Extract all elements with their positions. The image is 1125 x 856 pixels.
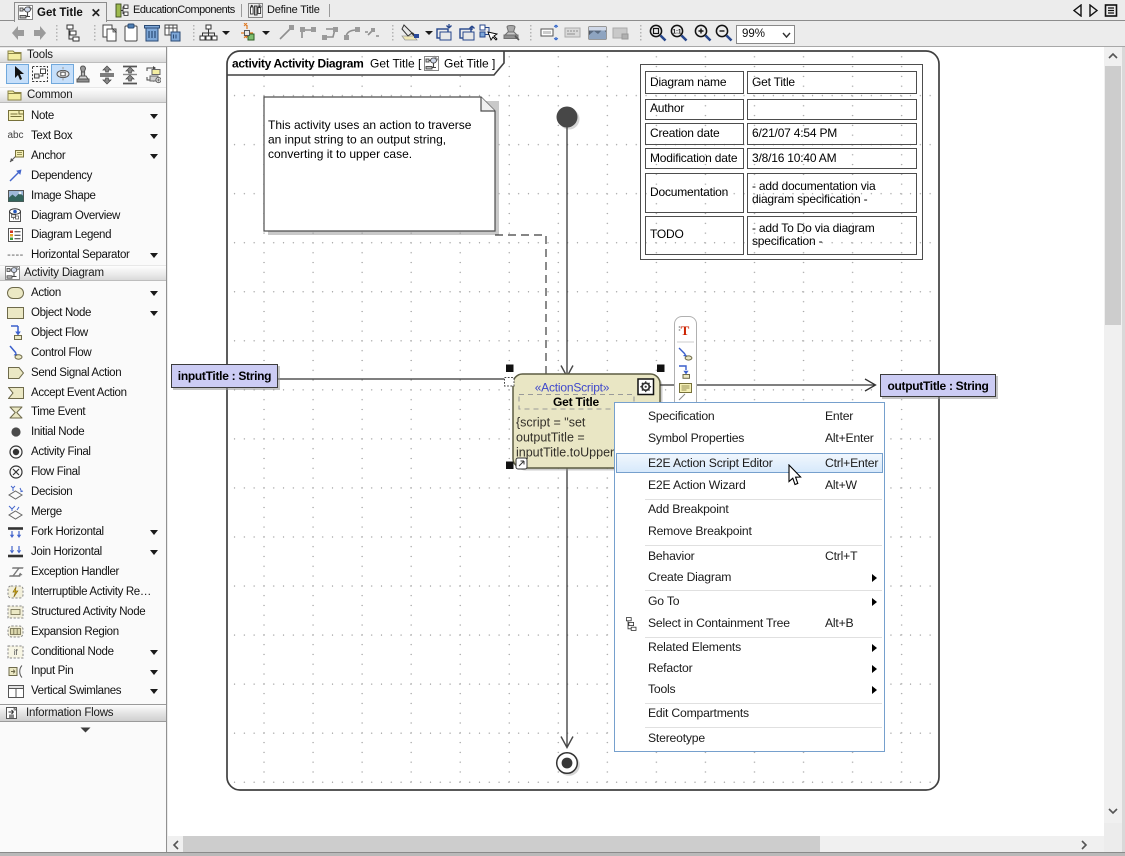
svg-text:Get Title: Get Title xyxy=(553,395,600,409)
svg-text:T: T xyxy=(681,323,690,338)
svg-text:outputTitle =: outputTitle = xyxy=(516,431,585,445)
svg-text:1:1: 1:1 xyxy=(673,30,682,36)
svg-text:Get Title ]: Get Title ] xyxy=(444,57,495,71)
svg-text:{script = "set: {script = "set xyxy=(516,416,586,430)
svg-text:activity Activity Diagram: activity Activity Diagram xyxy=(232,57,363,71)
svg-text:an input string to an output s: an input string to an output string, xyxy=(268,133,446,147)
svg-text:converting it to upper case.: converting it to upper case. xyxy=(268,147,412,161)
svg-text:This activity uses an action t: This activity uses an action to traverse xyxy=(268,118,472,132)
svg-text:Get Title [: Get Title [ xyxy=(370,57,422,71)
svg-text:inputTitle.toUpper: inputTitle.toUpper xyxy=(516,446,614,460)
svg-text:«ActionScript»: «ActionScript» xyxy=(535,381,610,395)
